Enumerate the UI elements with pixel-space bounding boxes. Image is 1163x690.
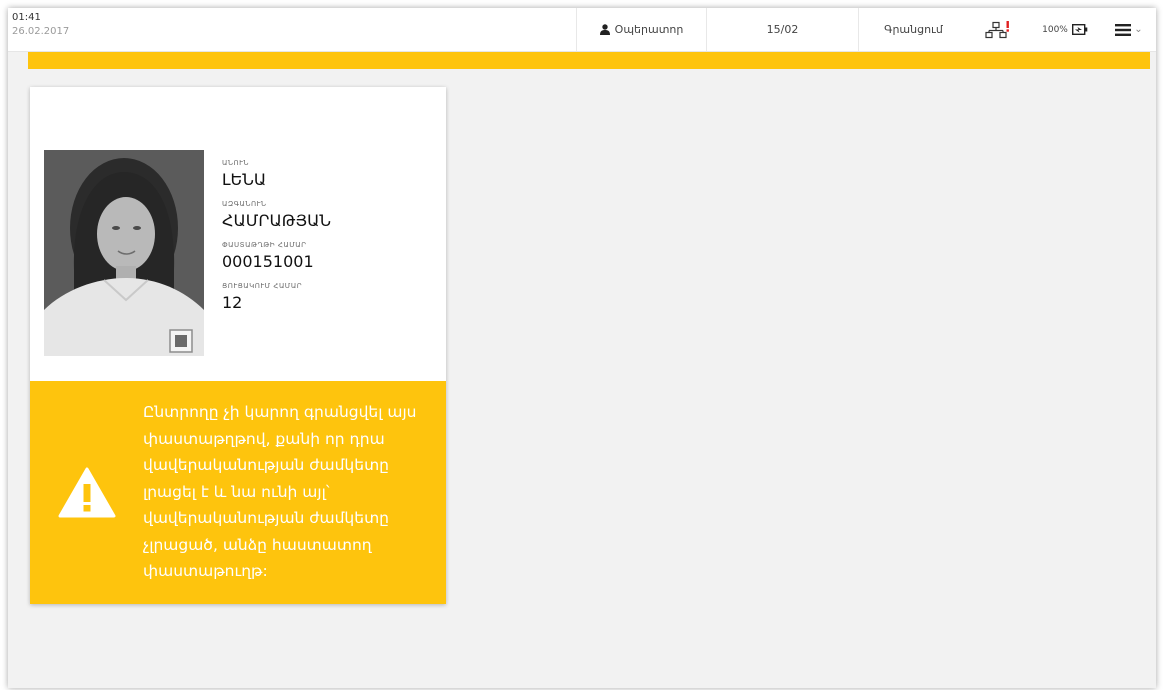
user-icon bbox=[599, 24, 610, 35]
last-name-label: ԱԶԳԱՆՈՒՆ bbox=[222, 200, 267, 208]
document-number-value: 000151001 bbox=[222, 252, 314, 271]
list-number-label: ՑՈՒՑԱԿՈՒՄ ՀԱՄԱՐ bbox=[222, 282, 303, 290]
list-number-field: ՑՈՒՑԱԿՈՒՄ ՀԱՄԱՐ 12 bbox=[222, 282, 331, 313]
network-error-icon bbox=[985, 20, 1009, 38]
list-number-value: 12 bbox=[222, 293, 243, 312]
register-label: Գրանցում bbox=[884, 23, 943, 36]
clock: 01:41 26.02.2017 bbox=[12, 12, 69, 38]
last-name-value: ՀԱՄՐԱԹՅԱՆ bbox=[222, 211, 332, 230]
operator-label: Օպերատոր bbox=[614, 23, 684, 36]
first-name-value: ԼԵՆԱ bbox=[222, 170, 267, 189]
clock-time: 01:41 bbox=[12, 12, 41, 23]
first-name-label: ԱՆՈՒՆ bbox=[222, 159, 249, 167]
document-number-field: ՓԱՍՏԱԹՂԹԻ ՀԱՄԱՐ 000151001 bbox=[222, 241, 331, 272]
warning-panel: Ընտրողը չի կարող գրանցվել այս փաստաթղթով… bbox=[30, 381, 446, 604]
register-button[interactable]: Գրանցում bbox=[858, 8, 968, 51]
battery-status: 100% bbox=[1028, 8, 1102, 51]
battery-charging-icon bbox=[1071, 24, 1088, 35]
document-number-label: ՓԱՍՏԱԹՂԹԻ ՀԱՄԱՐ bbox=[222, 241, 307, 249]
station-label: 15/02 bbox=[766, 23, 799, 36]
station-number: 15/02 bbox=[706, 8, 858, 51]
network-status[interactable] bbox=[968, 8, 1028, 51]
clock-date: 26.02.2017 bbox=[12, 26, 70, 37]
menu-button[interactable]: ⌄ bbox=[1102, 8, 1156, 51]
battery-percent: 100% bbox=[1042, 24, 1068, 35]
hamburger-menu-icon bbox=[1115, 23, 1132, 36]
operator-button[interactable]: Օպերատոր bbox=[576, 8, 706, 51]
voter-card: ԱՆՈՒՆ ԼԵՆԱ ԱԶԳԱՆՈՒՆ ՀԱՄՐԱԹՅԱՆ ՓԱՍՏԱԹՂԹԻ … bbox=[30, 87, 446, 604]
first-name-field: ԱՆՈՒՆ ԼԵՆԱ bbox=[222, 159, 331, 190]
last-name-field: ԱԶԳԱՆՈՒՆ ՀԱՄՐԱԹՅԱՆ bbox=[222, 200, 331, 231]
app-screen: 01:41 26.02.2017 Օպերատոր 15/02 Գրանցում bbox=[8, 8, 1156, 688]
voter-details: ԱՆՈՒՆ ԼԵՆԱ ԱԶԳԱՆՈՒՆ ՀԱՄՐԱԹՅԱՆ ՓԱՍՏԱԹՂԹԻ … bbox=[222, 159, 331, 323]
voter-photo bbox=[44, 150, 204, 356]
chevron-down-icon: ⌄ bbox=[1134, 24, 1143, 35]
status-bar: 01:41 26.02.2017 Օպերատոր 15/02 Գրանցում bbox=[8, 8, 1156, 52]
portrait-image bbox=[44, 150, 204, 356]
accent-strip bbox=[28, 52, 1150, 69]
warning-triangle-icon bbox=[58, 467, 116, 518]
warning-message: Ընտրողը չի կարող գրանցվել այս փաստաթղթով… bbox=[143, 403, 417, 580]
